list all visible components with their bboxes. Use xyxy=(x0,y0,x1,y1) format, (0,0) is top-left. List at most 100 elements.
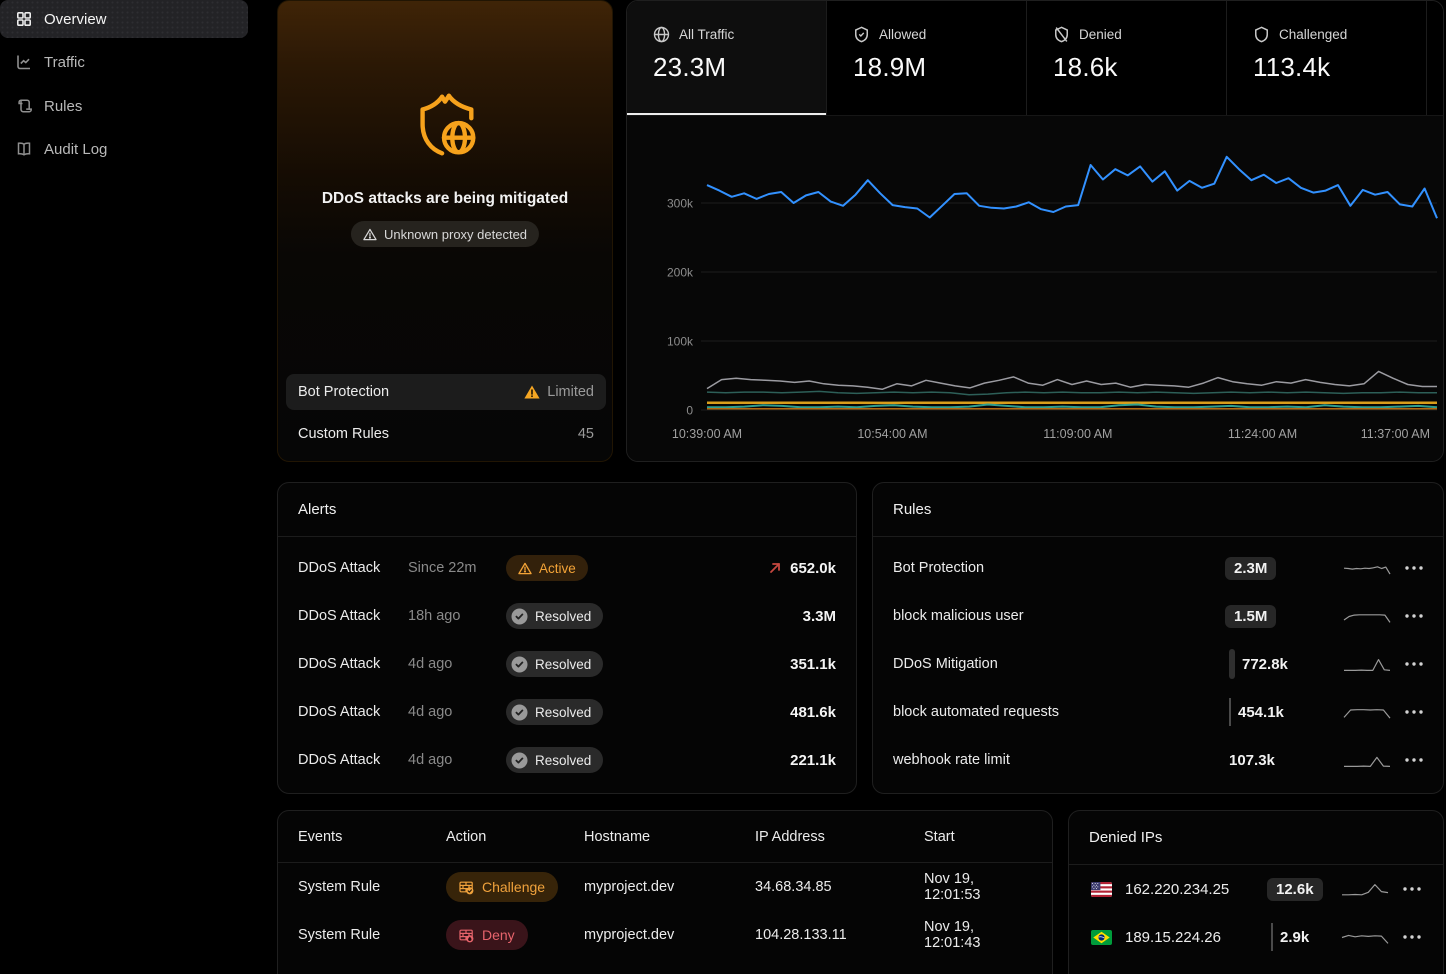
denied-ip-row[interactable]: 189.15.224.26 2.9k xyxy=(1069,913,1443,961)
sidebar-item-label: Audit Log xyxy=(44,141,107,158)
alert-name: DDoS Attack xyxy=(298,608,408,624)
alert-time: Since 22m xyxy=(408,560,506,576)
event-hostname: myproject.dev xyxy=(584,879,755,895)
rule-name: DDoS Mitigation xyxy=(893,656,1229,672)
event-row[interactable]: System Rule Deny myproject.dev 104.28.13… xyxy=(278,911,1052,959)
event-action-badge: Challenge xyxy=(446,872,558,902)
event-action-badge: Deny xyxy=(446,920,528,950)
value-bar xyxy=(1271,923,1273,951)
event-ip: 34.68.34.85 xyxy=(755,879,924,895)
rule-row[interactable]: Bot Protection 2.3M xyxy=(873,544,1443,592)
sidebar-item-traffic[interactable]: Traffic xyxy=(0,44,248,80)
events-table-header: Events Action Hostname IP Address Start xyxy=(278,811,1052,863)
alert-count: 351.1k xyxy=(790,656,836,673)
firewall-overview-screen: Overview Traffic Rules xyxy=(0,0,1446,974)
rule-count-badge: 107.3k xyxy=(1229,752,1339,769)
rule-count-badge: 454.1k xyxy=(1229,698,1339,726)
tab-label: Denied xyxy=(1079,27,1122,42)
rule-row[interactable]: DDoS Mitigation 772.8k xyxy=(873,640,1443,688)
column-header-start: Start xyxy=(924,829,1032,845)
svg-text:11:37:00 AM: 11:37:00 AM xyxy=(1361,427,1430,441)
rule-count-badge: 2.3M xyxy=(1229,557,1339,580)
rule-row[interactable]: block automated requests 454.1k xyxy=(873,688,1443,736)
alert-count: 481.6k xyxy=(790,704,836,721)
globe-icon xyxy=(653,26,670,43)
alert-row[interactable]: DDoS Attack Since 22m Active 652.0k xyxy=(278,544,856,592)
event-ip: 104.28.133.11 xyxy=(755,927,924,943)
shield-globe-icon xyxy=(409,89,481,170)
denied-ip-address: 189.15.224.26 xyxy=(1125,929,1221,946)
proxy-warning-text: Unknown proxy detected xyxy=(384,227,527,242)
grid-icon xyxy=(16,11,32,27)
event-row[interactable]: System Rule Challenge myproject.dev 34.6… xyxy=(278,863,1052,911)
sidebar-item-label: Overview xyxy=(44,11,107,28)
alert-row[interactable]: DDoS Attack 4d ago Resolved 481.6k xyxy=(278,688,856,736)
ellipsis-menu-icon[interactable] xyxy=(1405,662,1423,666)
tab-value: 113.4k xyxy=(1253,52,1426,83)
alert-name: DDoS Attack xyxy=(298,752,408,768)
sidebar-item-audit-log[interactable]: Audit Log xyxy=(0,131,248,167)
alert-status-badge: Active xyxy=(506,555,588,581)
rule-count-badge: 772.8k xyxy=(1229,649,1339,679)
us-flag-icon xyxy=(1091,882,1112,897)
denied-ips-card: Denied IPs 162.220.234.25 12.6k xyxy=(1068,810,1444,974)
tab-allowed[interactable]: Allowed 18.9M xyxy=(827,1,1027,115)
ellipsis-menu-icon[interactable] xyxy=(1405,758,1423,762)
shield-icon xyxy=(1253,26,1270,43)
ellipsis-menu-icon[interactable] xyxy=(1403,887,1421,891)
traffic-tabs: All Traffic 23.3M Allowed 18.9M xyxy=(627,1,1443,116)
tab-value: 18.9M xyxy=(853,52,1026,83)
rule-row[interactable]: block malicious user 1.5M xyxy=(873,592,1443,640)
svg-text:200k: 200k xyxy=(667,266,694,280)
ellipsis-menu-icon[interactable] xyxy=(1405,566,1423,570)
tab-denied[interactable]: Denied 18.6k xyxy=(1027,1,1227,115)
denied-ip-sparkline xyxy=(1341,927,1389,947)
value-bar xyxy=(1229,698,1231,726)
sidebar-item-overview[interactable]: Overview xyxy=(0,0,248,38)
alerts-list: DDoS Attack Since 22m Active 652.0k xyxy=(278,537,856,784)
rule-sparkline xyxy=(1343,750,1391,770)
sidebar-item-label: Traffic xyxy=(44,54,85,71)
ddos-status-card: DDoS attacks are being mitigated Unknown… xyxy=(277,0,613,462)
rules-card: Rules Bot Protection 2.3M block maliciou… xyxy=(872,482,1444,794)
sidebar-item-label: Rules xyxy=(44,98,82,115)
rule-row[interactable]: webhook rate limit 107.3k xyxy=(873,736,1443,784)
rule-name: block automated requests xyxy=(893,704,1229,720)
alert-count: 3.3M xyxy=(803,608,836,625)
bot-protection-row[interactable]: Bot Protection Limited xyxy=(286,374,606,410)
sidebar-item-rules[interactable]: Rules xyxy=(0,88,248,124)
alert-row[interactable]: DDoS Attack 18h ago Resolved 3.3M xyxy=(278,592,856,640)
events-card: Events Action Hostname IP Address Start … xyxy=(277,810,1053,974)
custom-rules-row[interactable]: Custom Rules 45 xyxy=(286,417,606,451)
tab-all-traffic[interactable]: All Traffic 23.3M xyxy=(627,1,827,115)
svg-text:10:39:00 AM: 10:39:00 AM xyxy=(672,427,742,441)
alert-name: DDoS Attack xyxy=(298,704,408,720)
warning-triangle-icon xyxy=(363,228,377,241)
rule-count-badge: 1.5M xyxy=(1229,605,1339,628)
value-bar xyxy=(1229,649,1235,679)
shield-off-icon xyxy=(1053,26,1070,43)
alert-row[interactable]: DDoS Attack 4d ago Resolved 221.1k xyxy=(278,736,856,784)
bot-protection-status: Limited xyxy=(547,384,594,400)
alert-name: DDoS Attack xyxy=(298,656,408,672)
alert-status-badge: Resolved xyxy=(506,603,603,629)
ellipsis-menu-icon[interactable] xyxy=(1405,710,1423,714)
ellipsis-menu-icon[interactable] xyxy=(1403,935,1421,939)
event-hostname: myproject.dev xyxy=(584,927,755,943)
scroll-icon xyxy=(16,98,32,114)
ellipsis-menu-icon[interactable] xyxy=(1405,614,1423,618)
tab-challenged[interactable]: Challenged 113.4k xyxy=(1227,1,1427,115)
trend-up-icon xyxy=(768,561,782,575)
denied-ip-row[interactable]: 162.220.234.25 12.6k xyxy=(1069,865,1443,913)
tab-label: Allowed xyxy=(879,27,926,42)
proxy-warning-pill: Unknown proxy detected xyxy=(351,221,539,247)
svg-text:11:24:00 AM: 11:24:00 AM xyxy=(1228,427,1297,441)
rule-sparkline xyxy=(1343,558,1391,578)
alert-time: 4d ago xyxy=(408,704,506,720)
alert-row[interactable]: DDoS Attack 4d ago Resolved 351.1k xyxy=(278,640,856,688)
sidebar: Overview Traffic Rules xyxy=(0,0,260,974)
rule-name: Bot Protection xyxy=(893,560,1229,576)
denied-ips-title: Denied IPs xyxy=(1069,811,1443,865)
traffic-chart: 300k200k100k010:39:00 AM10:54:00 AM11:09… xyxy=(627,116,1443,462)
alert-status-badge: Resolved xyxy=(506,651,603,677)
